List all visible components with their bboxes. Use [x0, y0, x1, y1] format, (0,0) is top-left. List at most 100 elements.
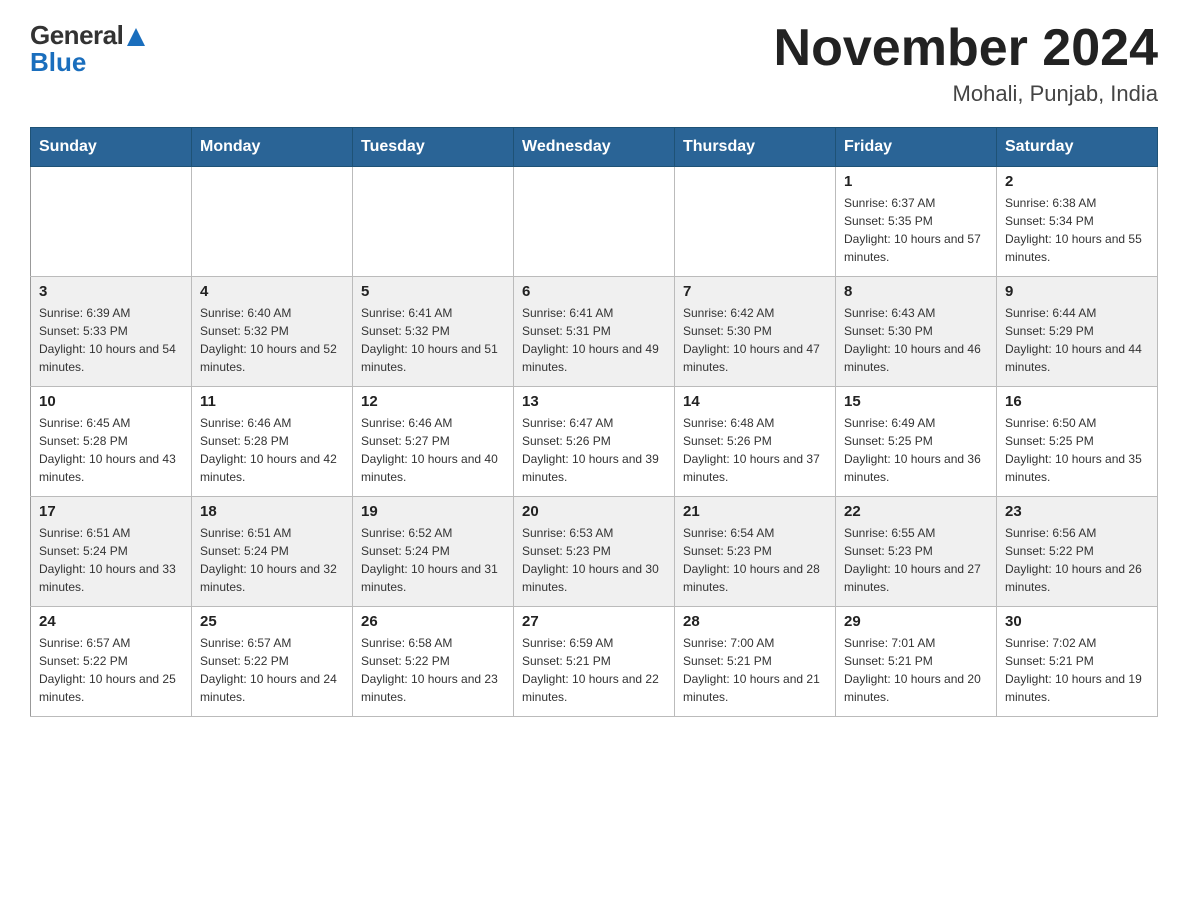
day-number: 25	[200, 613, 344, 630]
day-info: Sunrise: 6:43 AMSunset: 5:30 PMDaylight:…	[844, 304, 988, 376]
month-title: November 2024	[774, 20, 1158, 77]
calendar-week-row: 24 Sunrise: 6:57 AMSunset: 5:22 PMDayligh…	[31, 607, 1158, 717]
day-number: 13	[522, 393, 666, 410]
day-number: 16	[1005, 393, 1149, 410]
calendar-cell	[192, 167, 353, 277]
calendar-cell: 15 Sunrise: 6:49 AMSunset: 5:25 PMDayligh…	[836, 387, 997, 497]
calendar-cell: 3 Sunrise: 6:39 AMSunset: 5:33 PMDaylight…	[31, 277, 192, 387]
day-info: Sunrise: 6:57 AMSunset: 5:22 PMDaylight:…	[200, 634, 344, 706]
calendar-cell: 2 Sunrise: 6:38 AMSunset: 5:34 PMDaylight…	[997, 167, 1158, 277]
page-header: General Blue November 2024 Mohali, Punja…	[30, 20, 1158, 107]
day-info: Sunrise: 6:38 AMSunset: 5:34 PMDaylight:…	[1005, 194, 1149, 266]
calendar: Sunday Monday Tuesday Wednesday Thursday…	[30, 127, 1158, 717]
calendar-cell: 14 Sunrise: 6:48 AMSunset: 5:26 PMDayligh…	[675, 387, 836, 497]
day-number: 18	[200, 503, 344, 520]
calendar-cell: 4 Sunrise: 6:40 AMSunset: 5:32 PMDaylight…	[192, 277, 353, 387]
col-tuesday: Tuesday	[353, 128, 514, 167]
calendar-cell: 9Sunrise: 6:44 AMSunset: 5:29 PMDaylight…	[997, 277, 1158, 387]
calendar-cell: 8 Sunrise: 6:43 AMSunset: 5:30 PMDaylight…	[836, 277, 997, 387]
day-info: Sunrise: 6:45 AMSunset: 5:28 PMDaylight:…	[39, 414, 183, 486]
day-info: Sunrise: 6:54 AMSunset: 5:23 PMDaylight:…	[683, 524, 827, 596]
logo-blue: Blue	[30, 47, 86, 78]
day-number: 6	[522, 283, 666, 300]
day-info: Sunrise: 7:00 AMSunset: 5:21 PMDaylight:…	[683, 634, 827, 706]
calendar-cell: 17 Sunrise: 6:51 AMSunset: 5:24 PMDayligh…	[31, 497, 192, 607]
calendar-cell: 27 Sunrise: 6:59 AMSunset: 5:21 PMDayligh…	[514, 607, 675, 717]
day-number: 12	[361, 393, 505, 410]
calendar-week-row: 10 Sunrise: 6:45 AMSunset: 5:28 PMDayligh…	[31, 387, 1158, 497]
day-number: 17	[39, 503, 183, 520]
day-number: 2	[1005, 173, 1149, 190]
day-number: 26	[361, 613, 505, 630]
calendar-cell: 18Sunrise: 6:51 AMSunset: 5:24 PMDayligh…	[192, 497, 353, 607]
day-info: Sunrise: 6:53 AMSunset: 5:23 PMDaylight:…	[522, 524, 666, 596]
calendar-cell	[31, 167, 192, 277]
calendar-cell: 16 Sunrise: 6:50 AMSunset: 5:25 PMDayligh…	[997, 387, 1158, 497]
day-info: Sunrise: 6:42 AMSunset: 5:30 PMDaylight:…	[683, 304, 827, 376]
day-info: Sunrise: 6:44 AMSunset: 5:29 PMDaylight:…	[1005, 304, 1149, 376]
col-friday: Friday	[836, 128, 997, 167]
calendar-cell: 12 Sunrise: 6:46 AMSunset: 5:27 PMDayligh…	[353, 387, 514, 497]
calendar-cell: 13 Sunrise: 6:47 AMSunset: 5:26 PMDayligh…	[514, 387, 675, 497]
day-number: 28	[683, 613, 827, 630]
location: Mohali, Punjab, India	[774, 81, 1158, 107]
day-info: Sunrise: 6:51 AMSunset: 5:24 PMDaylight:…	[39, 524, 183, 596]
day-number: 19	[361, 503, 505, 520]
day-number: 23	[1005, 503, 1149, 520]
day-number: 15	[844, 393, 988, 410]
day-number: 8	[844, 283, 988, 300]
calendar-cell: 5Sunrise: 6:41 AMSunset: 5:32 PMDaylight…	[353, 277, 514, 387]
day-number: 3	[39, 283, 183, 300]
day-number: 1	[844, 173, 988, 190]
day-info: Sunrise: 6:58 AMSunset: 5:22 PMDaylight:…	[361, 634, 505, 706]
day-info: Sunrise: 6:39 AMSunset: 5:33 PMDaylight:…	[39, 304, 183, 376]
day-info: Sunrise: 6:49 AMSunset: 5:25 PMDaylight:…	[844, 414, 988, 486]
day-info: Sunrise: 6:47 AMSunset: 5:26 PMDaylight:…	[522, 414, 666, 486]
calendar-header-row: Sunday Monday Tuesday Wednesday Thursday…	[31, 128, 1158, 167]
day-number: 4	[200, 283, 344, 300]
col-thursday: Thursday	[675, 128, 836, 167]
day-info: Sunrise: 6:40 AMSunset: 5:32 PMDaylight:…	[200, 304, 344, 376]
day-info: Sunrise: 6:55 AMSunset: 5:23 PMDaylight:…	[844, 524, 988, 596]
day-info: Sunrise: 7:01 AMSunset: 5:21 PMDaylight:…	[844, 634, 988, 706]
calendar-cell: 29Sunrise: 7:01 AMSunset: 5:21 PMDayligh…	[836, 607, 997, 717]
day-number: 24	[39, 613, 183, 630]
day-number: 27	[522, 613, 666, 630]
day-number: 30	[1005, 613, 1149, 630]
calendar-cell	[514, 167, 675, 277]
day-info: Sunrise: 6:57 AMSunset: 5:22 PMDaylight:…	[39, 634, 183, 706]
calendar-cell: 30 Sunrise: 7:02 AMSunset: 5:21 PMDayligh…	[997, 607, 1158, 717]
calendar-cell: 7 Sunrise: 6:42 AMSunset: 5:30 PMDaylight…	[675, 277, 836, 387]
day-info: Sunrise: 6:37 AMSunset: 5:35 PMDaylight:…	[844, 194, 988, 266]
calendar-week-row: 1 Sunrise: 6:37 AMSunset: 5:35 PMDaylight…	[31, 167, 1158, 277]
day-number: 20	[522, 503, 666, 520]
calendar-week-row: 17 Sunrise: 6:51 AMSunset: 5:24 PMDayligh…	[31, 497, 1158, 607]
day-number: 11	[200, 393, 344, 410]
day-info: Sunrise: 6:48 AMSunset: 5:26 PMDaylight:…	[683, 414, 827, 486]
day-info: Sunrise: 7:02 AMSunset: 5:21 PMDaylight:…	[1005, 634, 1149, 706]
calendar-week-row: 3 Sunrise: 6:39 AMSunset: 5:33 PMDaylight…	[31, 277, 1158, 387]
day-info: Sunrise: 6:46 AMSunset: 5:27 PMDaylight:…	[361, 414, 505, 486]
logo: General Blue	[30, 20, 147, 78]
calendar-cell: 19 Sunrise: 6:52 AMSunset: 5:24 PMDayligh…	[353, 497, 514, 607]
calendar-cell: 6Sunrise: 6:41 AMSunset: 5:31 PMDaylight…	[514, 277, 675, 387]
day-number: 22	[844, 503, 988, 520]
day-number: 21	[683, 503, 827, 520]
title-section: November 2024 Mohali, Punjab, India	[774, 20, 1158, 107]
calendar-cell: 22 Sunrise: 6:55 AMSunset: 5:23 PMDayligh…	[836, 497, 997, 607]
calendar-cell: 11Sunrise: 6:46 AMSunset: 5:28 PMDayligh…	[192, 387, 353, 497]
calendar-cell: 24 Sunrise: 6:57 AMSunset: 5:22 PMDayligh…	[31, 607, 192, 717]
calendar-cell	[353, 167, 514, 277]
day-number: 14	[683, 393, 827, 410]
day-info: Sunrise: 6:59 AMSunset: 5:21 PMDaylight:…	[522, 634, 666, 706]
day-info: Sunrise: 6:56 AMSunset: 5:22 PMDaylight:…	[1005, 524, 1149, 596]
day-info: Sunrise: 6:52 AMSunset: 5:24 PMDaylight:…	[361, 524, 505, 596]
day-number: 7	[683, 283, 827, 300]
day-number: 10	[39, 393, 183, 410]
calendar-cell: 1 Sunrise: 6:37 AMSunset: 5:35 PMDaylight…	[836, 167, 997, 277]
day-info: Sunrise: 6:41 AMSunset: 5:32 PMDaylight:…	[361, 304, 505, 376]
calendar-cell: 28 Sunrise: 7:00 AMSunset: 5:21 PMDayligh…	[675, 607, 836, 717]
col-wednesday: Wednesday	[514, 128, 675, 167]
day-info: Sunrise: 6:50 AMSunset: 5:25 PMDaylight:…	[1005, 414, 1149, 486]
calendar-cell: 20 Sunrise: 6:53 AMSunset: 5:23 PMDayligh…	[514, 497, 675, 607]
